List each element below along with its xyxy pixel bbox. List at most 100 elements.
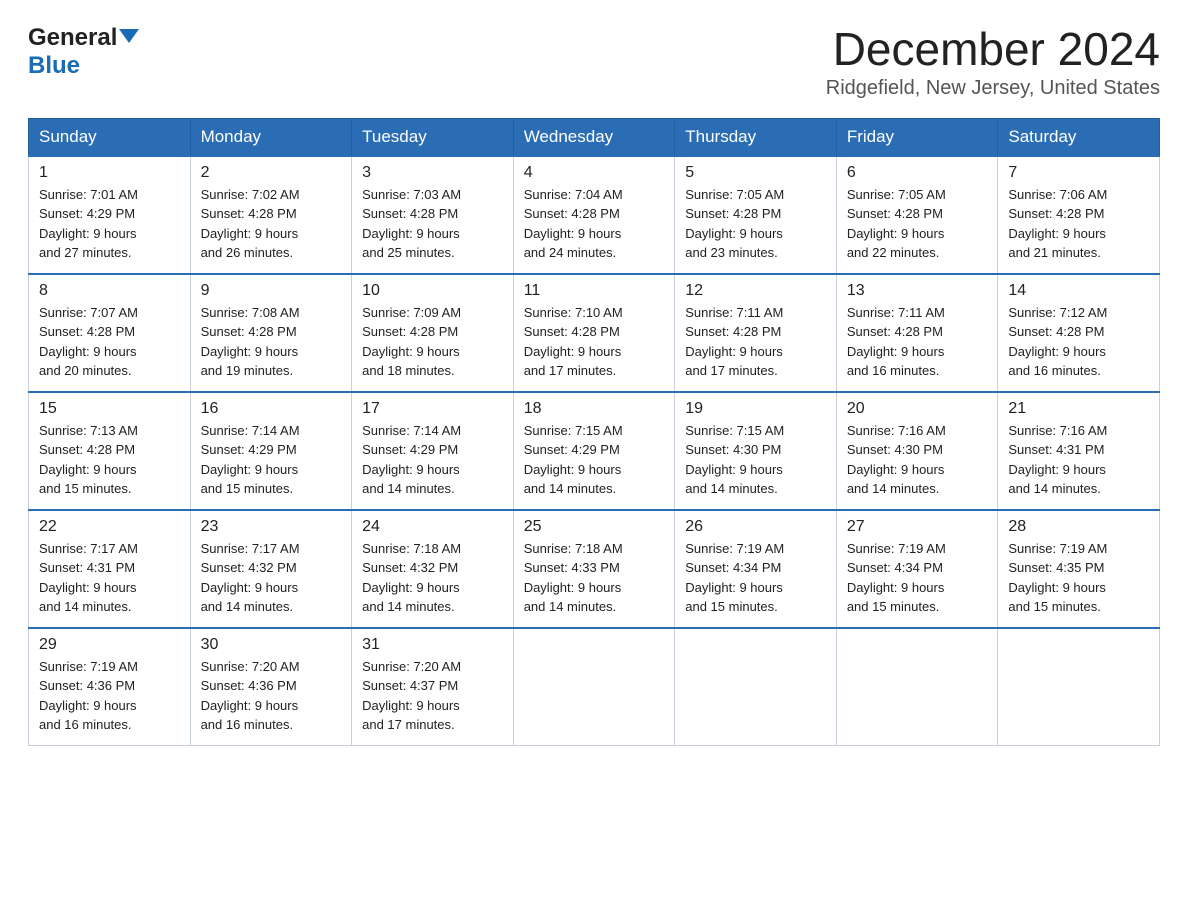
daylight-label: Daylight: 9 hours	[524, 462, 622, 477]
sunrise-label: Sunrise: 7:10 AM	[524, 305, 623, 320]
sunset-label: Sunset: 4:28 PM	[201, 324, 297, 339]
sunset-label: Sunset: 4:28 PM	[524, 206, 620, 221]
calendar-week-row: 22Sunrise: 7:17 AMSunset: 4:31 PMDayligh…	[29, 510, 1160, 628]
sunrise-label: Sunrise: 7:15 AM	[685, 423, 784, 438]
sunset-label: Sunset: 4:29 PM	[39, 206, 135, 221]
calendar-week-row: 8Sunrise: 7:07 AMSunset: 4:28 PMDaylight…	[29, 274, 1160, 392]
daylight-minutes: and 17 minutes.	[685, 363, 778, 378]
calendar-cell: 13Sunrise: 7:11 AMSunset: 4:28 PMDayligh…	[836, 274, 998, 392]
day-info: Sunrise: 7:20 AMSunset: 4:36 PMDaylight:…	[201, 657, 342, 735]
calendar-cell: 12Sunrise: 7:11 AMSunset: 4:28 PMDayligh…	[675, 274, 837, 392]
daylight-minutes: and 14 minutes.	[39, 599, 132, 614]
daylight-minutes: and 15 minutes.	[39, 481, 132, 496]
calendar-cell: 23Sunrise: 7:17 AMSunset: 4:32 PMDayligh…	[190, 510, 352, 628]
sunset-label: Sunset: 4:28 PM	[1008, 206, 1104, 221]
day-number: 1	[39, 164, 180, 182]
daylight-label: Daylight: 9 hours	[847, 344, 945, 359]
calendar-header-thursday: Thursday	[675, 118, 837, 156]
sunset-label: Sunset: 4:36 PM	[39, 678, 135, 693]
sunset-label: Sunset: 4:32 PM	[201, 560, 297, 575]
calendar-week-row: 29Sunrise: 7:19 AMSunset: 4:36 PMDayligh…	[29, 628, 1160, 746]
day-number: 2	[201, 164, 342, 182]
day-number: 18	[524, 400, 665, 418]
day-info: Sunrise: 7:01 AMSunset: 4:29 PMDaylight:…	[39, 185, 180, 263]
sunset-label: Sunset: 4:34 PM	[685, 560, 781, 575]
daylight-minutes: and 16 minutes.	[39, 717, 132, 732]
daylight-minutes: and 15 minutes.	[1008, 599, 1101, 614]
daylight-label: Daylight: 9 hours	[362, 462, 460, 477]
calendar-cell: 22Sunrise: 7:17 AMSunset: 4:31 PMDayligh…	[29, 510, 191, 628]
daylight-minutes: and 21 minutes.	[1008, 245, 1101, 260]
sunrise-label: Sunrise: 7:20 AM	[362, 659, 461, 674]
sunrise-label: Sunrise: 7:04 AM	[524, 187, 623, 202]
calendar-cell: 8Sunrise: 7:07 AMSunset: 4:28 PMDaylight…	[29, 274, 191, 392]
calendar-cell: 20Sunrise: 7:16 AMSunset: 4:30 PMDayligh…	[836, 392, 998, 510]
daylight-minutes: and 14 minutes.	[362, 599, 455, 614]
sunrise-label: Sunrise: 7:16 AM	[1008, 423, 1107, 438]
calendar-cell	[998, 628, 1160, 746]
day-info: Sunrise: 7:16 AMSunset: 4:30 PMDaylight:…	[847, 421, 988, 499]
calendar-header-row: SundayMondayTuesdayWednesdayThursdayFrid…	[29, 118, 1160, 156]
day-number: 21	[1008, 400, 1149, 418]
daylight-label: Daylight: 9 hours	[39, 226, 137, 241]
daylight-label: Daylight: 9 hours	[685, 462, 783, 477]
daylight-label: Daylight: 9 hours	[524, 580, 622, 595]
sunrise-label: Sunrise: 7:14 AM	[362, 423, 461, 438]
calendar-cell: 10 Sunrise: 7:09 AMSunset: 4:28 PMDayligh…	[352, 274, 514, 392]
calendar-cell: 24Sunrise: 7:18 AMSunset: 4:32 PMDayligh…	[352, 510, 514, 628]
daylight-minutes: and 23 minutes.	[685, 245, 778, 260]
sunrise-label: Sunrise: 7:06 AM	[1008, 187, 1107, 202]
daylight-label: Daylight: 9 hours	[39, 462, 137, 477]
sunset-label: Sunset: 4:28 PM	[524, 324, 620, 339]
daylight-minutes: and 16 minutes.	[201, 717, 294, 732]
day-info: Sunrise: 7:09 AMSunset: 4:28 PMDaylight:…	[362, 303, 503, 381]
daylight-minutes: and 25 minutes.	[362, 245, 455, 260]
day-info: Sunrise: 7:05 AMSunset: 4:28 PMDaylight:…	[685, 185, 826, 263]
day-number: 3	[362, 164, 503, 182]
daylight-label: Daylight: 9 hours	[201, 462, 299, 477]
sunset-label: Sunset: 4:34 PM	[847, 560, 943, 575]
daylight-minutes: and 14 minutes.	[201, 599, 294, 614]
calendar-header-saturday: Saturday	[998, 118, 1160, 156]
calendar-header-monday: Monday	[190, 118, 352, 156]
title-block: December 2024 Ridgefield, New Jersey, Un…	[826, 24, 1160, 100]
daylight-minutes: and 14 minutes.	[847, 481, 940, 496]
daylight-minutes: and 16 minutes.	[847, 363, 940, 378]
day-info: Sunrise: 7:12 AMSunset: 4:28 PMDaylight:…	[1008, 303, 1149, 381]
day-info: Sunrise: 7:03 AMSunset: 4:28 PMDaylight:…	[362, 185, 503, 263]
daylight-minutes: and 19 minutes.	[201, 363, 294, 378]
daylight-minutes: and 20 minutes.	[39, 363, 132, 378]
calendar-cell: 16Sunrise: 7:14 AMSunset: 4:29 PMDayligh…	[190, 392, 352, 510]
calendar-cell: 28Sunrise: 7:19 AMSunset: 4:35 PMDayligh…	[998, 510, 1160, 628]
day-info: Sunrise: 7:08 AMSunset: 4:28 PMDaylight:…	[201, 303, 342, 381]
day-number: 7	[1008, 164, 1149, 182]
daylight-minutes: and 14 minutes.	[685, 481, 778, 496]
daylight-label: Daylight: 9 hours	[39, 698, 137, 713]
day-info: Sunrise: 7:15 AMSunset: 4:29 PMDaylight:…	[524, 421, 665, 499]
sunrise-label: Sunrise: 7:14 AM	[201, 423, 300, 438]
logo-blue: Blue	[28, 52, 80, 80]
daylight-label: Daylight: 9 hours	[201, 698, 299, 713]
sunrise-label: Sunrise: 7:05 AM	[847, 187, 946, 202]
day-number: 14	[1008, 282, 1149, 300]
day-info: Sunrise: 7:15 AMSunset: 4:30 PMDaylight:…	[685, 421, 826, 499]
sunrise-label: Sunrise: 7:08 AM	[201, 305, 300, 320]
day-info: Sunrise: 7:11 AMSunset: 4:28 PMDaylight:…	[685, 303, 826, 381]
logo-triangle-icon	[119, 29, 139, 43]
calendar-cell: 11Sunrise: 7:10 AMSunset: 4:28 PMDayligh…	[513, 274, 675, 392]
daylight-minutes: and 14 minutes.	[362, 481, 455, 496]
day-number: 30	[201, 636, 342, 654]
sunrise-label: Sunrise: 7:19 AM	[847, 541, 946, 556]
calendar-cell: 1 Sunrise: 7:01 AMSunset: 4:29 PMDaylight…	[29, 156, 191, 274]
calendar-cell: 6Sunrise: 7:05 AMSunset: 4:28 PMDaylight…	[836, 156, 998, 274]
calendar-cell: 3 Sunrise: 7:03 AMSunset: 4:28 PMDaylight…	[352, 156, 514, 274]
day-number: 28	[1008, 518, 1149, 536]
daylight-label: Daylight: 9 hours	[39, 344, 137, 359]
sunrise-label: Sunrise: 7:03 AM	[362, 187, 461, 202]
day-number: 15	[39, 400, 180, 418]
day-info: Sunrise: 7:02 AMSunset: 4:28 PMDaylight:…	[201, 185, 342, 263]
sunset-label: Sunset: 4:28 PM	[685, 324, 781, 339]
calendar-cell: 4Sunrise: 7:04 AMSunset: 4:28 PMDaylight…	[513, 156, 675, 274]
day-number: 10	[362, 282, 503, 300]
day-number: 5	[685, 164, 826, 182]
